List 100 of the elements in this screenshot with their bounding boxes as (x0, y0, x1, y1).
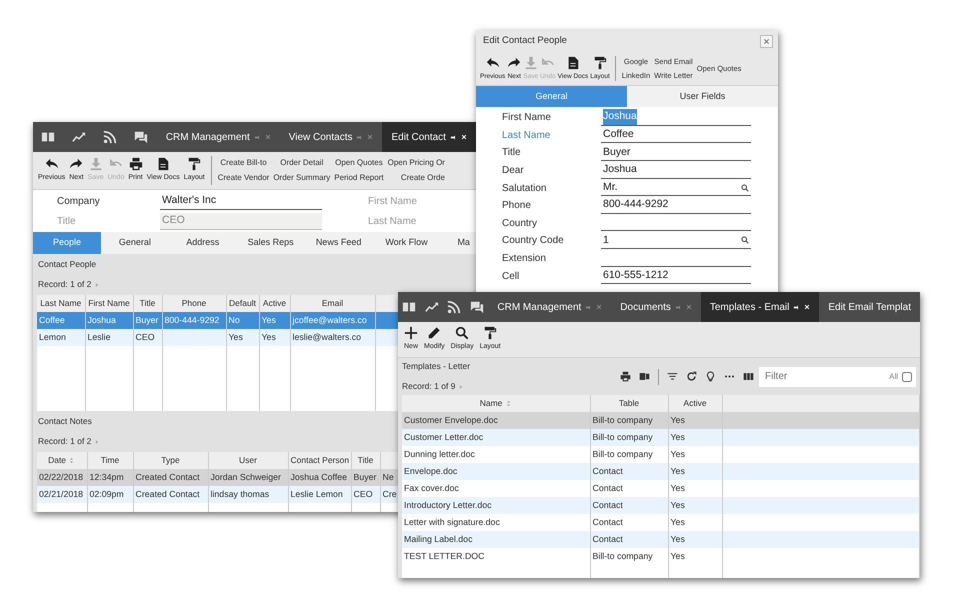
toolbar-link[interactable]: Order Detail (280, 157, 324, 169)
field-value: Joshua (603, 109, 637, 126)
section-tab[interactable]: Address (168, 232, 237, 254)
table-cell: Joshua Coffee (288, 469, 351, 486)
table-cell: Contact (590, 531, 668, 548)
column-header[interactable]: Contact Person (288, 452, 351, 469)
pin-icon[interactable] (793, 304, 800, 310)
input-field[interactable]: 1 (601, 232, 751, 249)
column-header[interactable]: Active (668, 395, 722, 412)
sort-icon (68, 457, 76, 464)
table-cell: Created Contact (133, 469, 208, 486)
toolbar-link[interactable]: Create Vendor (218, 172, 270, 184)
search-icon[interactable] (741, 236, 749, 244)
chat-icon[interactable] (134, 130, 148, 144)
close-button[interactable] (760, 34, 773, 48)
field-label: Extension (502, 252, 547, 266)
book-icon[interactable] (402, 300, 416, 314)
field-label: First Name (502, 111, 552, 126)
download-icon (524, 56, 538, 70)
input-field[interactable]: Buyer (601, 144, 751, 161)
table-cell: No (226, 312, 259, 329)
toolbar-link[interactable]: Open Pricing Or (388, 157, 445, 169)
toolbar-link[interactable]: Period Report (334, 172, 384, 184)
nav-tab[interactable]: View Contacts (288, 130, 352, 144)
spreadsheet-icon[interactable] (639, 371, 650, 382)
column-header[interactable]: Time (87, 452, 133, 469)
table-cell: Bill-to company (590, 412, 668, 429)
columns-icon[interactable] (743, 371, 754, 382)
nav-tab[interactable]: Edit Email Templat (828, 300, 911, 314)
column-header[interactable]: Default (226, 295, 259, 312)
toolbar-link[interactable]: Open Quotes (335, 157, 383, 169)
book-icon[interactable] (41, 130, 56, 144)
chat-icon[interactable] (470, 300, 484, 314)
table-cell: Contact (590, 497, 668, 514)
section-tab[interactable]: Ma (440, 232, 476, 254)
column-header[interactable]: Date (37, 452, 87, 469)
toolbar-link[interactable]: Order Summary (273, 172, 330, 184)
column-header[interactable]: First Name (85, 295, 133, 312)
column-header[interactable]: Active (259, 295, 290, 312)
table-cell: Yes (226, 329, 259, 346)
table-cell: Customer Letter.doc (402, 429, 590, 446)
input-field[interactable]: 610-555-1212 (601, 268, 751, 284)
nav-tab[interactable]: CRM Management (166, 130, 250, 144)
table-cell: lindsay thomas (208, 486, 288, 503)
table-cell: 12:34pm (87, 469, 133, 486)
field-label: First Name (368, 194, 417, 208)
toolbar-link[interactable]: Create Orde (400, 172, 445, 184)
table-cell: Joshua (85, 312, 133, 329)
table-cell: Contact (590, 463, 668, 480)
filter-field[interactable]: Filter All (759, 366, 916, 386)
rss-icon[interactable] (447, 300, 462, 314)
section-tab[interactable]: General (100, 232, 169, 254)
column-header[interactable]: User (208, 452, 288, 469)
trend-line-icon[interactable] (72, 130, 86, 144)
table-cell: Bill-to company (590, 429, 668, 446)
back-arrow-icon (486, 56, 500, 70)
toolbar-link[interactable]: Create Bill-to (220, 157, 267, 169)
field-label: Last Name (502, 128, 552, 143)
input-field[interactable]: Walter's Inc (160, 192, 322, 210)
pin-icon[interactable] (450, 134, 457, 140)
section-tab[interactable]: Work Flow (372, 232, 440, 254)
field-value: Buyer (603, 144, 630, 160)
table-cell: Buyer (351, 469, 380, 486)
column-header[interactable]: Last Name (37, 295, 85, 312)
field-value: Coffee (603, 127, 634, 142)
refresh-icon[interactable] (686, 371, 697, 382)
column-header[interactable]: Title (133, 295, 162, 312)
nav-tab[interactable]: Documents (620, 300, 671, 314)
column-header[interactable]: Table (590, 395, 668, 412)
input-field[interactable]: 800-444-9292 (601, 198, 751, 214)
section-tab[interactable]: News Feed (304, 232, 373, 254)
field-label: Company (57, 194, 101, 208)
nav-tab[interactable]: Templates - Email (710, 300, 790, 314)
rss-icon[interactable] (103, 130, 118, 144)
checkbox[interactable] (902, 372, 912, 382)
trend-line-icon[interactable] (424, 300, 439, 314)
table-cell: CEO (133, 329, 162, 346)
column-header[interactable]: Type (133, 452, 208, 469)
forward-arrow-icon (507, 56, 522, 70)
column-header[interactable]: Title (351, 452, 380, 469)
table-cell: 02:09pm (87, 486, 133, 503)
search-icon[interactable] (741, 184, 749, 192)
column-header[interactable]: Email (290, 295, 375, 312)
printer-icon[interactable] (620, 371, 631, 382)
input-field[interactable]: Coffee (601, 127, 751, 144)
dialog-title: Edit Contact People (483, 34, 567, 48)
nav-tab[interactable]: CRM Management (497, 300, 582, 314)
lightbulb-icon[interactable] (705, 371, 716, 382)
table-cell: Jordan Schweiger (208, 469, 288, 486)
section-tab[interactable]: Sales Reps (236, 232, 305, 254)
field-label: Dear (502, 164, 525, 178)
table-cell: Yes (668, 412, 722, 429)
table-cell: 02/22/2018 (37, 469, 87, 486)
filter-icon[interactable] (667, 371, 678, 382)
document-icon (566, 56, 580, 70)
input-field[interactable]: Joshua (601, 162, 751, 179)
column-header[interactable]: Name (402, 395, 590, 412)
column-header[interactable]: Phone (162, 295, 226, 312)
input-field[interactable]: Mr. (601, 180, 751, 196)
dialog-tab[interactable]: User Fields (627, 86, 778, 107)
